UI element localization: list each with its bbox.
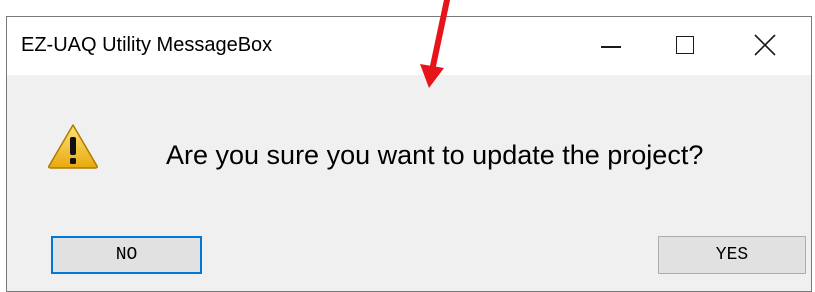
close-icon <box>754 34 776 56</box>
dialog-body: Are you sure you want to update the proj… <box>7 75 811 291</box>
window-title: EZ-UAQ Utility MessageBox <box>21 34 273 56</box>
minimize-button[interactable] <box>575 17 649 75</box>
warning-icon <box>48 124 98 169</box>
screen-background <box>0 0 815 16</box>
dialog-message: Are you sure you want to update the proj… <box>166 140 704 170</box>
minimize-icon <box>601 46 621 48</box>
message-box-window: EZ-UAQ Utility MessageBox Are you sure y… <box>6 16 812 292</box>
no-button[interactable]: NO <box>51 236 202 274</box>
close-button[interactable] <box>723 17 811 75</box>
maximize-icon <box>676 36 694 54</box>
yes-button[interactable]: YES <box>658 236 806 274</box>
maximize-button[interactable] <box>649 17 723 75</box>
title-bar[interactable]: EZ-UAQ Utility MessageBox <box>7 17 811 75</box>
